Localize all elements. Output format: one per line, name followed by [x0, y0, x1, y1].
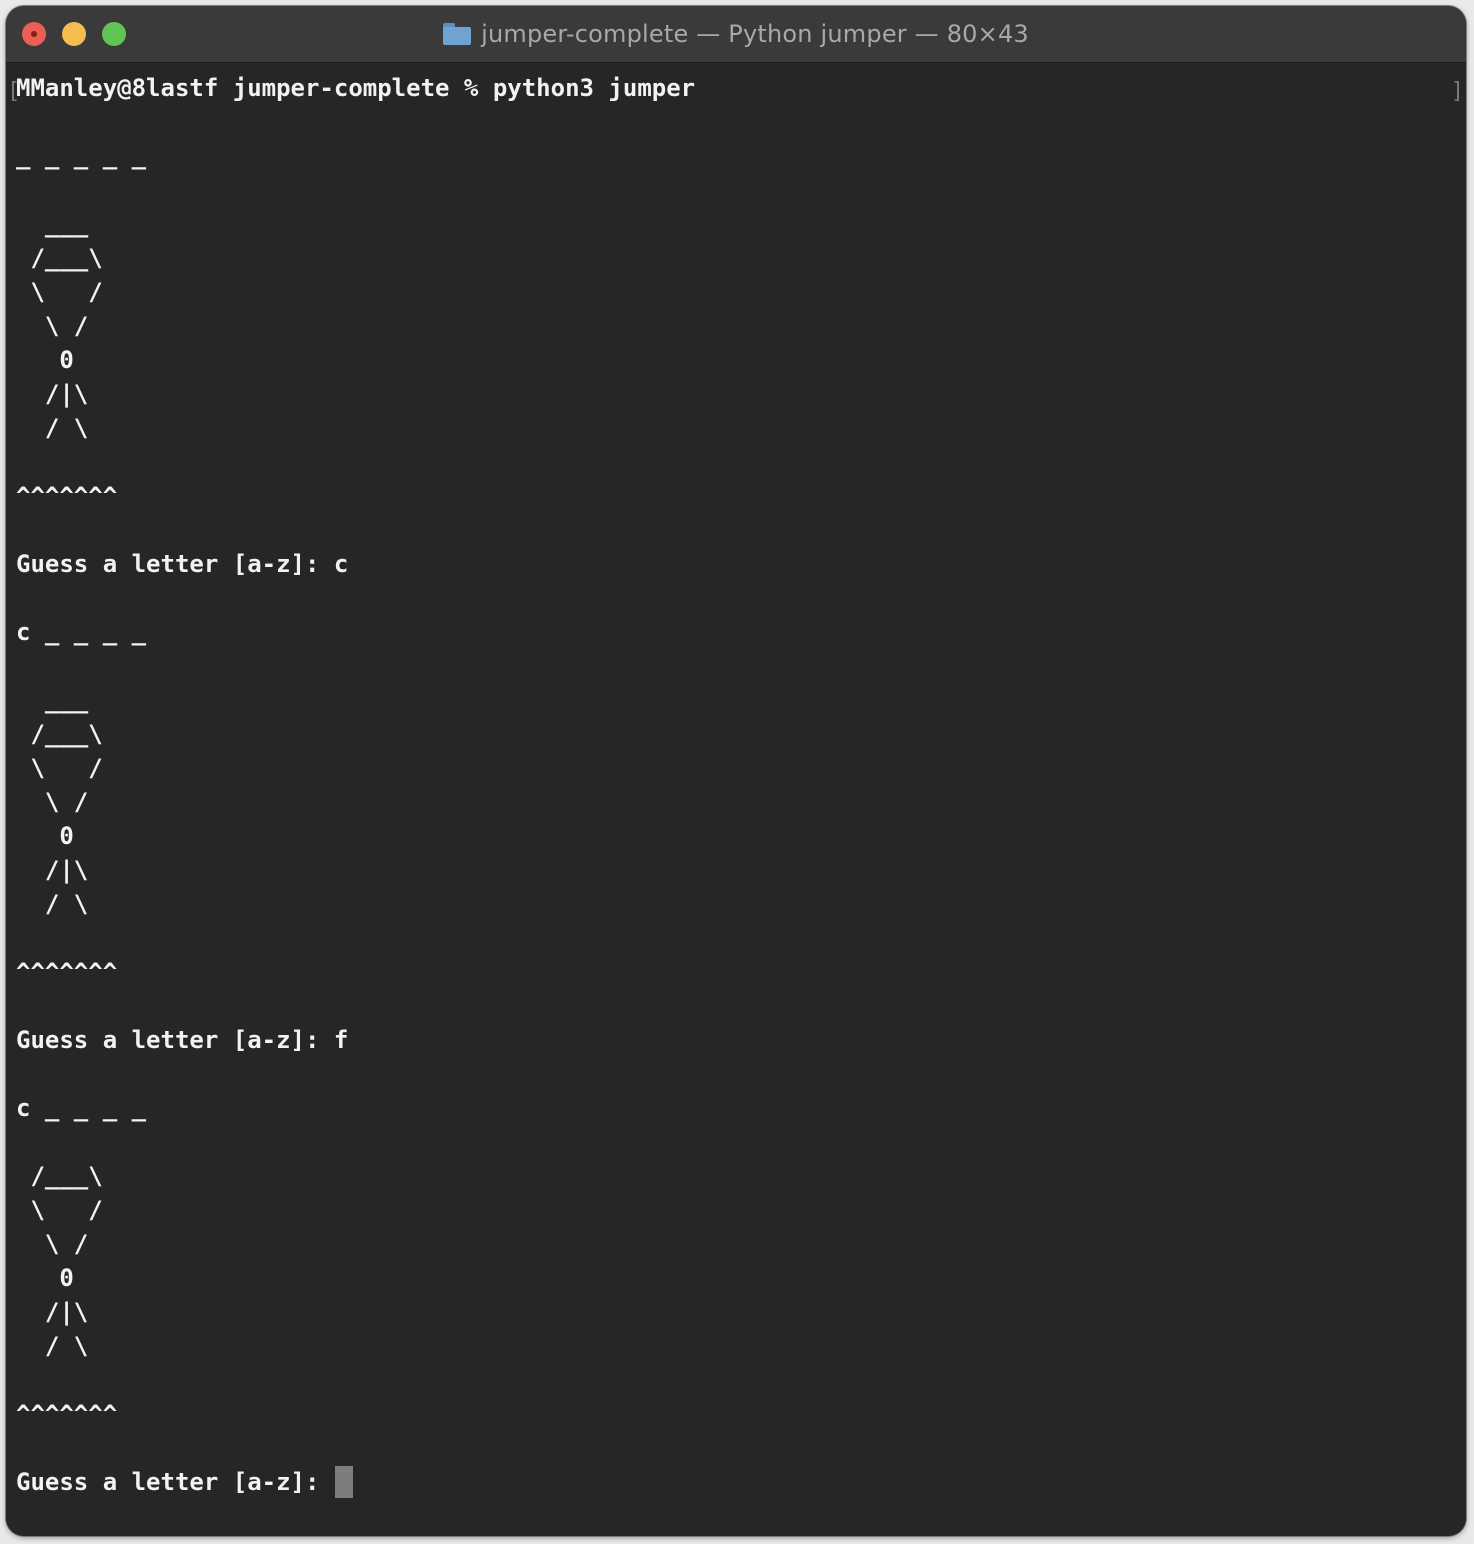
- terminal-line: /|\: [16, 853, 695, 887]
- terminal-line-text: \ /: [16, 312, 89, 340]
- terminal-line: \ /: [16, 275, 695, 309]
- terminal-output[interactable]: [ ] MManley@8lastf jumper-complete % pyt…: [6, 63, 1466, 1536]
- terminal-line: ^^^^^^^: [16, 479, 695, 513]
- terminal-line-text: \ /: [16, 788, 89, 816]
- title-bar[interactable]: jumper-complete — Python jumper — 80×43: [6, 6, 1466, 63]
- terminal-line-text: /___\: [16, 720, 103, 748]
- mark-bracket-right: ]: [1450, 79, 1464, 104]
- terminal-line-text: MManley@8lastf jumper-complete % python3…: [16, 74, 696, 102]
- terminal-line: _ _ _ _ _: [16, 139, 695, 173]
- terminal-line: Guess a letter [a-z]: c: [16, 547, 695, 581]
- terminal-line-text: ^^^^^^^: [16, 1400, 118, 1428]
- terminal-line-text: /___\: [16, 1162, 103, 1190]
- terminal-line-text: / \: [16, 414, 89, 442]
- terminal-line-text: / \: [16, 1332, 89, 1360]
- terminal-line: ^^^^^^^: [16, 955, 695, 989]
- terminal-line-text: Guess a letter [a-z]: f: [16, 1026, 349, 1054]
- terminal-line: /___\: [16, 717, 695, 751]
- terminal-line-text: ___: [16, 686, 89, 714]
- terminal-line-text: \ /: [16, 278, 103, 306]
- terminal-line: \ /: [16, 309, 695, 343]
- terminal-line-text: / \: [16, 890, 89, 918]
- terminal-line: / \: [16, 411, 695, 445]
- terminal-line-text: ^^^^^^^: [16, 482, 118, 510]
- terminal-line-text: /|\: [16, 856, 89, 884]
- terminal-line-text: c _ _ _ _: [16, 618, 147, 646]
- terminal-line-text: 0: [16, 346, 74, 374]
- terminal-window: jumper-complete — Python jumper — 80×43 …: [6, 6, 1466, 1536]
- window-title-group: jumper-complete — Python jumper — 80×43: [6, 6, 1466, 62]
- terminal-line: /___\: [16, 241, 695, 275]
- terminal-line: c _ _ _ _: [16, 1091, 695, 1125]
- terminal-line: ___: [16, 207, 695, 241]
- terminal-line: 0: [16, 343, 695, 377]
- terminal-line: 0: [16, 819, 695, 853]
- terminal-line: 0: [16, 1261, 695, 1295]
- folder-icon: [443, 23, 472, 45]
- terminal-line-text: 0: [16, 822, 74, 850]
- terminal-line: MManley@8lastf jumper-complete % python3…: [16, 71, 695, 105]
- terminal-line-text: /|\: [16, 1298, 89, 1326]
- terminal-line-text: /___\: [16, 244, 103, 272]
- terminal-line: / \: [16, 1329, 695, 1363]
- terminal-line: c _ _ _ _: [16, 615, 695, 649]
- terminal-line: Guess a letter [a-z]:: [16, 1465, 695, 1499]
- terminal-line: ^^^^^^^: [16, 1397, 695, 1431]
- terminal-line-text: \ /: [16, 754, 103, 782]
- terminal-line: Guess a letter [a-z]: f: [16, 1023, 695, 1057]
- terminal-line-text: ^^^^^^^: [16, 958, 118, 986]
- text-cursor: [334, 1466, 353, 1498]
- terminal-line-text: ___: [16, 210, 89, 238]
- terminal-line-text: c _ _ _ _: [16, 1094, 147, 1122]
- terminal-line-text: /|\: [16, 380, 89, 408]
- terminal-line: \ /: [16, 1193, 695, 1227]
- terminal-line: /___\: [16, 1159, 695, 1193]
- terminal-line-text: Guess a letter [a-z]:: [16, 1468, 334, 1496]
- terminal-line-text: Guess a letter [a-z]: c: [16, 550, 349, 578]
- terminal-line: ___: [16, 683, 695, 717]
- terminal-line: /|\: [16, 377, 695, 411]
- terminal-line-text: \ /: [16, 1196, 103, 1224]
- terminal-line-text: 0: [16, 1264, 74, 1292]
- terminal-line-text: \ /: [16, 1230, 89, 1258]
- terminal-line-text: _ _ _ _ _: [16, 142, 147, 170]
- terminal-line: /|\: [16, 1295, 695, 1329]
- terminal-line: \ /: [16, 1227, 695, 1261]
- terminal-line: \ /: [16, 785, 695, 819]
- terminal-line: / \: [16, 887, 695, 921]
- terminal-line: \ /: [16, 751, 695, 785]
- window-title: jumper-complete — Python jumper — 80×43: [481, 20, 1029, 48]
- terminal-screen[interactable]: MManley@8lastf jumper-complete % python3…: [16, 71, 695, 1499]
